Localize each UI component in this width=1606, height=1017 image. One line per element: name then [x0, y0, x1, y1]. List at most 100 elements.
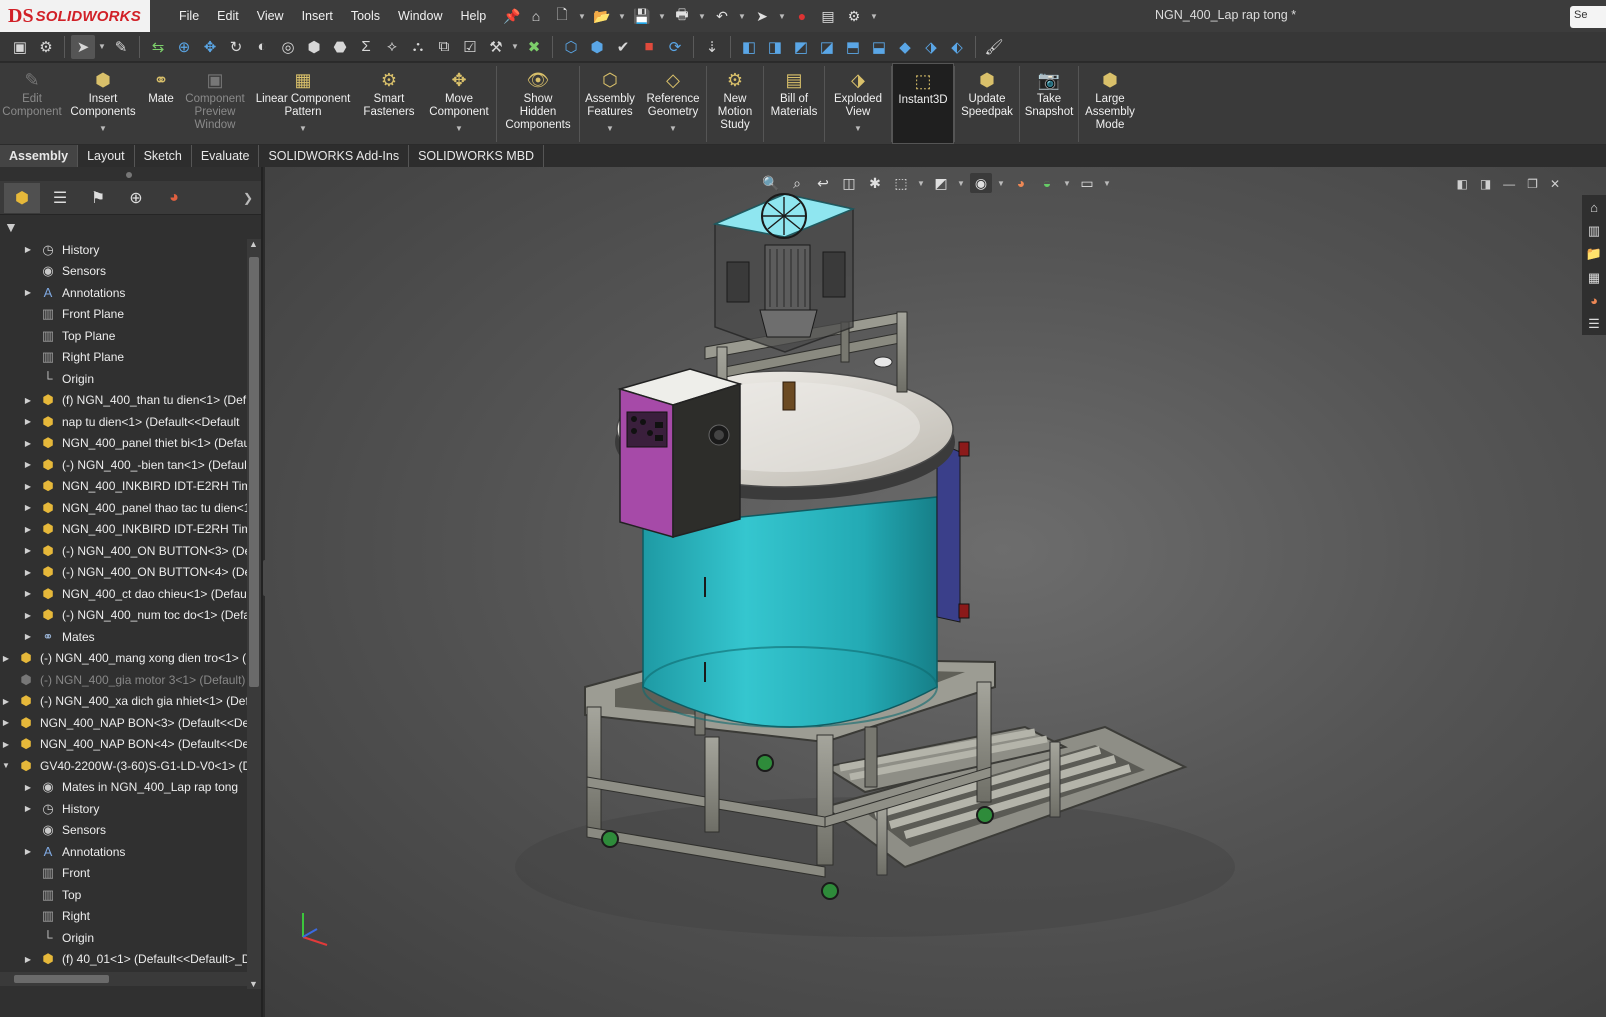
expand-arrow-icon[interactable]: ▶	[22, 847, 34, 856]
tab-assembly[interactable]: Assembly	[0, 145, 79, 167]
scroll-up-icon[interactable]: ▲	[249, 239, 258, 249]
tile-right-icon[interactable]: ◨	[1480, 177, 1491, 191]
tree-item[interactable]: ▥ Front Plane	[0, 304, 247, 325]
design-library-icon[interactable]: ▥	[1583, 220, 1605, 241]
linear-pattern-button[interactable]: ▦ Linear Component Pattern ▼	[250, 63, 356, 144]
menu-window[interactable]: Window	[389, 9, 451, 23]
expand-arrow-icon[interactable]: ▶	[22, 482, 34, 491]
panel-grip-handle[interactable]	[126, 172, 132, 178]
reference-geometry-button[interactable]: ◇ Reference Geometry ▼	[640, 63, 706, 144]
menu-tools[interactable]: Tools	[342, 9, 389, 23]
chevron-down-icon[interactable]: ▼	[577, 12, 587, 21]
tree-item[interactable]: ◉ Sensors	[0, 820, 247, 841]
expand-arrow-icon[interactable]: ▶	[22, 417, 34, 426]
expand-arrow-icon[interactable]: ▶	[22, 439, 34, 448]
tree-item[interactable]: └ Origin	[0, 368, 247, 389]
hide-show-items-icon[interactable]: ◉	[970, 173, 992, 193]
edit-component-button[interactable]: ✎ Edit Component	[0, 63, 64, 144]
chevron-down-icon[interactable]: ▼	[869, 12, 879, 21]
tree-item[interactable]: ▥ Top	[0, 884, 247, 905]
menu-file[interactable]: File	[170, 9, 208, 23]
tree-item[interactable]: ▶ ◉ Mates in NGN_400_Lap rap tong	[0, 777, 247, 798]
shaded-icon[interactable]: ⬣	[328, 35, 352, 59]
section-view-icon[interactable]: ◫	[838, 173, 860, 193]
view-orientation-icon[interactable]: ⬚	[890, 173, 912, 193]
tree-item[interactable]: ▶ ⬢ (-) NGN_400_num toc do<1> (Defa	[0, 605, 247, 626]
assembly-features-button[interactable]: ⬡ Assembly Features ▼	[580, 63, 640, 144]
instant3d-button[interactable]: ⬚ Instant3D	[892, 63, 954, 144]
expand-arrow-icon[interactable]: ▶	[22, 503, 34, 512]
assembly-icon[interactable]: ▣	[8, 35, 32, 59]
view-palette-icon[interactable]: ▦	[1583, 267, 1605, 288]
chevron-down-icon[interactable]: ▼	[996, 179, 1006, 188]
tree-item[interactable]: ▶ ⬢ (-) NGN_400_-bien tan<1> (Defaul	[0, 454, 247, 475]
show-hidden-button[interactable]: 👁 Show Hidden Components	[497, 63, 579, 144]
edit-appearance-icon[interactable]: ◕	[1010, 173, 1032, 193]
chevron-down-icon[interactable]: ▼	[777, 12, 787, 21]
tree-item[interactable]: ▶ ⬢ nap tu dien<1> (Default<<Default	[0, 411, 247, 432]
file-properties-icon[interactable]: ▤	[817, 5, 839, 27]
new-document-icon[interactable]: 🗋	[551, 5, 573, 27]
select-arrow-icon[interactable]: ➤	[751, 5, 773, 27]
section-icon[interactable]: ◐	[250, 35, 274, 59]
expand-arrow-icon[interactable]: ▶	[22, 396, 34, 405]
tree-item[interactable]: ▶ ◷ History	[0, 798, 247, 819]
chevron-down-icon[interactable]: ▼	[299, 122, 307, 135]
isometric-view-icon[interactable]: ◆	[893, 35, 917, 59]
tree-item[interactable]: ▶ ⬢ NGN_400_panel thao tac tu dien<1	[0, 497, 247, 518]
stop-icon[interactable]: ■	[637, 35, 661, 59]
print-icon[interactable]: 🖶	[671, 5, 693, 27]
zoom-to-area-icon[interactable]: ⌕	[786, 173, 808, 193]
expand-arrow-icon[interactable]: ▶	[22, 460, 34, 469]
tree-item[interactable]: ▶ ⬢ NGN_400_ct dao chieu<1> (Defaul	[0, 583, 247, 604]
expand-arrow-icon[interactable]: ▶	[0, 654, 12, 663]
appearance-icon[interactable]: ✎	[109, 35, 133, 59]
tree-item[interactable]: ▶ ⬢ NGN_400_NAP BON<3> (Default<<De	[0, 712, 247, 733]
mass-properties-icon[interactable]: ⛬	[406, 35, 430, 59]
solidworks-logo[interactable]: DS SOLIDWORKS	[0, 0, 150, 32]
smart-dimension-icon[interactable]: ⇆	[146, 35, 170, 59]
hide-show-icon[interactable]: ◎	[276, 35, 300, 59]
tree-horizontal-scrollbar[interactable]	[0, 972, 247, 986]
tree-item[interactable]: ▼ ⬢ GV40-2200W-(3-60)S-G1-LD-V0<1> (D	[0, 755, 247, 776]
search-input[interactable]: Se	[1570, 6, 1606, 28]
tree-item[interactable]: ▶ A Annotations	[0, 841, 247, 862]
large-assembly-button[interactable]: ⬢ Large Assembly Mode	[1079, 63, 1141, 144]
tree-item[interactable]: ▶ ⬢ (f) NGN_400_than tu dien<1> (Def	[0, 390, 247, 411]
chevron-down-icon[interactable]: ▼	[455, 122, 463, 135]
assembly-visual-icon[interactable]: ⬢	[585, 35, 609, 59]
scrollbar-thumb[interactable]	[14, 975, 109, 983]
check-icon[interactable]: ☑	[458, 35, 482, 59]
expand-arrow-icon[interactable]: ▶	[0, 740, 12, 749]
brush-icon[interactable]: 🖌	[982, 35, 1006, 59]
tile-left-icon[interactable]: ◧	[1456, 177, 1467, 191]
expand-arrow-icon[interactable]: ▶	[22, 525, 34, 534]
sum-icon[interactable]: Σ	[354, 35, 378, 59]
open-folder-icon[interactable]: 📂	[591, 5, 613, 27]
tree-vertical-scrollbar[interactable]: ▲ ▼	[247, 239, 261, 989]
smart-fasteners-button[interactable]: ⚙ Smart Fasteners	[356, 63, 422, 144]
component-preview-button[interactable]: ▣ Component Preview Window	[180, 63, 250, 144]
close-icon[interactable]: ✕	[1550, 177, 1560, 191]
expand-arrow-icon[interactable]: ▶	[22, 245, 34, 254]
tools-icon[interactable]: ⚒	[484, 35, 508, 59]
part-properties-icon[interactable]: ⚙	[34, 35, 58, 59]
tree-item[interactable]: ▶ ⬢ NGN_400_NAP BON<4> (Default<<De	[0, 734, 247, 755]
tree-item[interactable]: ▶ A Annotations	[0, 282, 247, 303]
left-view-icon[interactable]: ◩	[789, 35, 813, 59]
heater-box[interactable]	[936, 441, 970, 623]
tree-item[interactable]: ⬢ (-) NGN_400_gia motor 3<1> (Default)	[0, 669, 247, 690]
menu-edit[interactable]: Edit	[208, 9, 248, 23]
tree-item[interactable]: ▶ ⬢ NGN_400_panel thiet bi<1> (Defau	[0, 433, 247, 454]
tab-layout[interactable]: Layout	[78, 145, 135, 167]
view-settings-icon[interactable]: ▭	[1076, 173, 1098, 193]
tree-item[interactable]: ▶ ⬢ (-) NGN_400_xa dich gia nhiet<1> (Def	[0, 691, 247, 712]
expand-arrow-icon[interactable]: ▶	[22, 632, 34, 641]
expand-arrow-icon[interactable]: ▶	[22, 288, 34, 297]
configuration-manager-tab-icon[interactable]: ⚑	[80, 183, 116, 213]
display-manager-tab-icon[interactable]: ◕	[156, 183, 192, 213]
expand-arrow-icon[interactable]: ▶	[22, 804, 34, 813]
property-manager-tab-icon[interactable]: ☰	[42, 183, 78, 213]
tree-item[interactable]: ▶ ⬢ NGN_400_INKBIRD IDT-E2RH Time	[0, 519, 247, 540]
chevron-down-icon[interactable]: ▼	[99, 122, 107, 135]
